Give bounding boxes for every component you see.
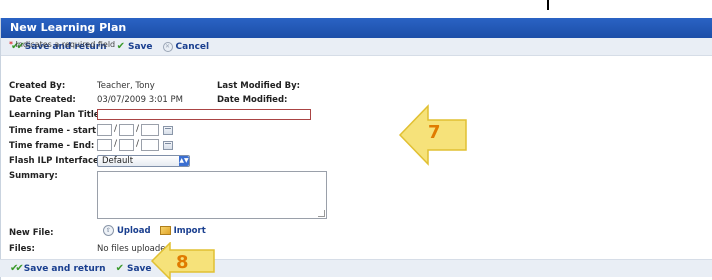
- resize-grip-icon[interactable]: [318, 210, 325, 217]
- window-title: New Learning Plan: [1, 18, 712, 38]
- file-actions: ⇧ Upload Import: [103, 225, 206, 236]
- save-button[interactable]: ✔ Save: [116, 263, 152, 274]
- required-note-text: Indicates a required field: [13, 40, 116, 49]
- flash-ilp-select[interactable]: Default ▲▼: [97, 155, 190, 167]
- end-year-input[interactable]: [141, 139, 159, 151]
- date-separator: /: [136, 139, 140, 149]
- date-separator: /: [114, 139, 118, 149]
- title-label-text: Learning Plan Title:: [9, 110, 103, 120]
- top-strip: [0, 0, 712, 8]
- last-modified-by-label: Last Modified By:: [217, 81, 301, 91]
- cursor-line: [547, 0, 549, 10]
- timeframe-start-label: Time frame - start:: [9, 126, 100, 136]
- date-created-label: Date Created:: [9, 95, 76, 105]
- summary-textarea[interactable]: [97, 171, 327, 219]
- upload-icon: ⇧: [103, 225, 114, 236]
- summary-label: Summary:: [9, 171, 58, 181]
- save-and-return-label: Save and return: [23, 263, 106, 274]
- check-icon: ✔: [115, 263, 124, 274]
- save-and-return-button[interactable]: ✔✔ Save and return: [10, 263, 106, 274]
- callout-number-7: 7: [428, 122, 441, 143]
- check-icon: ✔: [116, 41, 125, 52]
- created-by-value: Teacher, Tony: [97, 81, 155, 91]
- callout-number-8: 8: [176, 252, 189, 273]
- save-label: Save: [127, 41, 153, 52]
- date-modified-label: Date Modified:: [217, 95, 288, 105]
- created-by-label: Created By:: [9, 81, 66, 91]
- start-month-input[interactable]: [97, 124, 112, 136]
- flash-ilp-selected-value: Default: [102, 156, 134, 166]
- new-file-label: New File:: [9, 228, 54, 238]
- title-label: Learning Plan Title:*: [9, 110, 107, 120]
- cancel-label: Cancel: [175, 41, 210, 52]
- calendar-icon[interactable]: [163, 141, 173, 150]
- flash-ilp-label: Flash ILP Interface:: [9, 156, 103, 166]
- required-field-note: * Indicates a required field: [9, 40, 115, 49]
- bottom-toolbar: ✔✔ Save and return ✔ Save: [0, 259, 712, 277]
- import-icon: [159, 226, 171, 235]
- save-button[interactable]: ✔ Save: [117, 41, 153, 52]
- end-day-input[interactable]: [119, 139, 134, 151]
- double-check-icon: ✔✔: [10, 263, 24, 274]
- start-day-input[interactable]: [119, 124, 134, 136]
- calendar-icon[interactable]: [163, 126, 173, 135]
- cancel-icon: ✕: [162, 41, 173, 52]
- import-label: Import: [173, 225, 206, 236]
- save-label: Save: [126, 263, 152, 274]
- date-created-value: 03/07/2009 3:01 PM: [97, 95, 183, 105]
- select-arrow-icon: ▲▼: [179, 156, 189, 166]
- files-label: Files:: [9, 244, 35, 254]
- date-separator: /: [114, 124, 118, 134]
- upload-button[interactable]: ⇧ Upload: [103, 225, 151, 236]
- start-year-input[interactable]: [141, 124, 159, 136]
- title-input[interactable]: [97, 109, 311, 120]
- timeframe-end-label: Time frame - End:: [9, 141, 95, 151]
- end-month-input[interactable]: [97, 139, 112, 151]
- date-separator: /: [136, 124, 140, 134]
- import-button[interactable]: Import: [159, 225, 206, 236]
- upload-label: Upload: [117, 225, 151, 236]
- cancel-button[interactable]: ✕ Cancel: [162, 41, 210, 52]
